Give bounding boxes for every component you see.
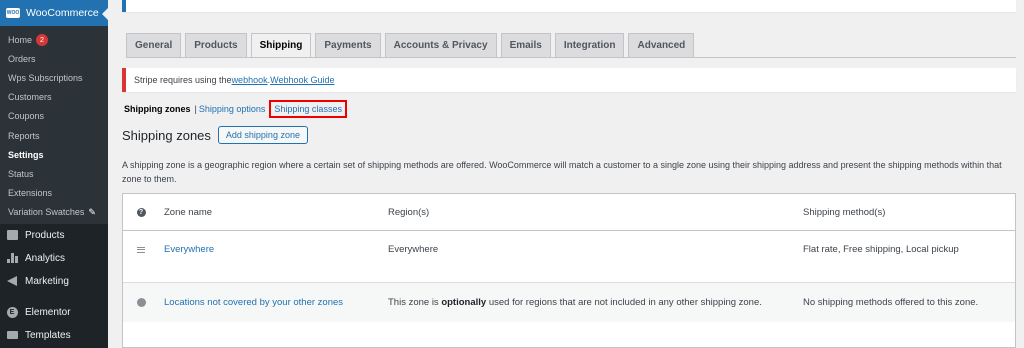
submenu-item-extensions[interactable]: Extensions [0, 184, 108, 203]
submenu-item-customers[interactable]: Customers [0, 88, 108, 107]
submenu-item-variation-swatches[interactable]: Variation Swatches ✎ [0, 203, 108, 222]
shipping-zones-table: ? Zone name Region(s) Shipping method(s)… [122, 193, 1016, 348]
notification-badge: 2 [36, 33, 49, 46]
submenu-item-label: Orders [8, 53, 36, 64]
brush-icon: ✎ [88, 206, 96, 217]
products-icon [6, 229, 18, 241]
fallback-region-text: used for regions that are not included i… [486, 297, 762, 308]
submenu-item-label: Reports [8, 130, 40, 141]
column-header-zone-name: Zone name [164, 206, 213, 218]
tab-accounts-privacy[interactable]: Accounts & Privacy [384, 33, 497, 57]
fallback-zone-methods: No shipping methods offered to this zone… [803, 297, 979, 308]
woocommerce-logo-icon: WOO [6, 8, 20, 18]
add-shipping-zone-button[interactable]: Add shipping zone [217, 126, 308, 144]
woocommerce-menu-header[interactable]: WOO WooCommerce [0, 0, 108, 26]
submenu-item-label: Variation Swatches [8, 207, 85, 218]
tab-payments[interactable]: Payments [315, 33, 381, 57]
table-header-row: ? Zone name Region(s) Shipping method(s) [123, 194, 1015, 231]
menu-item-products[interactable]: Products [0, 224, 108, 247]
tabs-divider [126, 57, 1016, 58]
zone-name-link[interactable]: Everywhere [164, 244, 214, 255]
menu-item-analytics[interactable]: Analytics [0, 247, 108, 270]
tab-integration[interactable]: Integration [554, 33, 625, 57]
stripe-notice: Stripe requires using the webhook. Webho… [122, 68, 1016, 92]
submenu-item-label: Wps Subscriptions [8, 72, 83, 83]
submenu-item-label: Settings [8, 149, 44, 160]
submenu-item-home[interactable]: Home 2 [0, 30, 108, 49]
menu-item-label: Templates [25, 329, 71, 341]
subsection-shipping-options[interactable]: Shipping options [199, 104, 266, 114]
tab-shipping[interactable]: Shipping [250, 33, 312, 58]
submenu-item-label: Home [8, 34, 33, 45]
submenu-item-settings[interactable]: Settings [0, 145, 108, 164]
zone-region: Everywhere [388, 244, 439, 255]
submenu-item-coupons[interactable]: Coupons [0, 107, 108, 126]
top-notice-box [122, 0, 1016, 12]
submenu-item-label: Customers [8, 92, 52, 103]
fallback-region-text: This zone is [388, 297, 442, 308]
menu-item-label: Analytics [25, 252, 66, 264]
submenu-item-label: Status [8, 168, 34, 179]
subsection-shipping-zones[interactable]: Shipping zones [124, 104, 191, 114]
drag-handle-icon[interactable] [135, 246, 147, 253]
fallback-zone-link[interactable]: Locations not covered by your other zone… [164, 297, 343, 308]
submenu-item-orders[interactable]: Orders [0, 49, 108, 68]
templates-icon [6, 329, 18, 341]
submenu-item-wps-subscriptions[interactable]: Wps Subscriptions [0, 68, 108, 87]
woocommerce-submenu: Home 2 Orders Wps Subscriptions Customer… [0, 26, 108, 224]
table-row-fallback: Locations not covered by your other zone… [123, 282, 1015, 322]
submenu-item-status[interactable]: Status [0, 164, 108, 183]
menu-item-label: Marketing [25, 275, 69, 287]
admin-sidebar: WOO WooCommerce Home 2 Orders Wps Subscr… [0, 0, 108, 348]
submenu-item-reports[interactable]: Reports [0, 126, 108, 145]
settings-tabs: General Products Shipping Payments Accou… [126, 33, 695, 58]
notice-text: Stripe requires using the [134, 75, 232, 85]
submenu-item-label: Coupons [8, 111, 45, 122]
menu-item-templates[interactable]: Templates [0, 324, 108, 347]
table-row: Everywhere Everywhere Flat rate, Free sh… [123, 231, 1015, 268]
analytics-icon [6, 252, 18, 264]
fallback-zone-region: This zone is optionally used for regions… [388, 297, 762, 308]
menu-item-label: Elementor [25, 306, 71, 318]
main-content: General Products Shipping Payments Accou… [108, 0, 1024, 348]
menu-item-elementor[interactable]: E Elementor [0, 301, 108, 324]
tab-products[interactable]: Products [185, 33, 247, 57]
menu-item-marketing[interactable]: Marketing [0, 270, 108, 293]
subsection-separator: | [194, 104, 197, 114]
subsection-shipping-classes[interactable]: Shipping classes [269, 100, 347, 118]
zones-description: A shipping zone is a geographic region w… [122, 160, 1002, 184]
column-header-shipping-methods: Shipping method(s) [803, 206, 886, 218]
globe-icon [135, 298, 147, 307]
marketing-icon [6, 275, 18, 287]
tab-emails[interactable]: Emails [500, 33, 551, 57]
tab-general[interactable]: General [126, 33, 182, 57]
menu-item-label: Products [25, 229, 65, 241]
elementor-icon: E [6, 306, 18, 318]
page-title: Shipping zones [122, 127, 211, 143]
zone-methods: Flat rate, Free shipping, Local pickup [803, 244, 959, 255]
tab-advanced[interactable]: Advanced [628, 33, 695, 57]
column-header-regions: Region(s) [388, 206, 430, 218]
shipping-subsections: Shipping zones | Shipping options Shippi… [124, 100, 347, 118]
webhook-link[interactable]: webhook [232, 75, 268, 85]
zones-header: Shipping zones Add shipping zone [122, 126, 308, 144]
woocommerce-menu-label: WooCommerce [26, 7, 99, 19]
help-icon[interactable]: ? [135, 207, 147, 217]
webhook-guide-link[interactable]: Webhook Guide [270, 75, 334, 85]
fallback-region-emphasis: optionally [441, 297, 487, 308]
submenu-item-label: Extensions [8, 188, 53, 199]
